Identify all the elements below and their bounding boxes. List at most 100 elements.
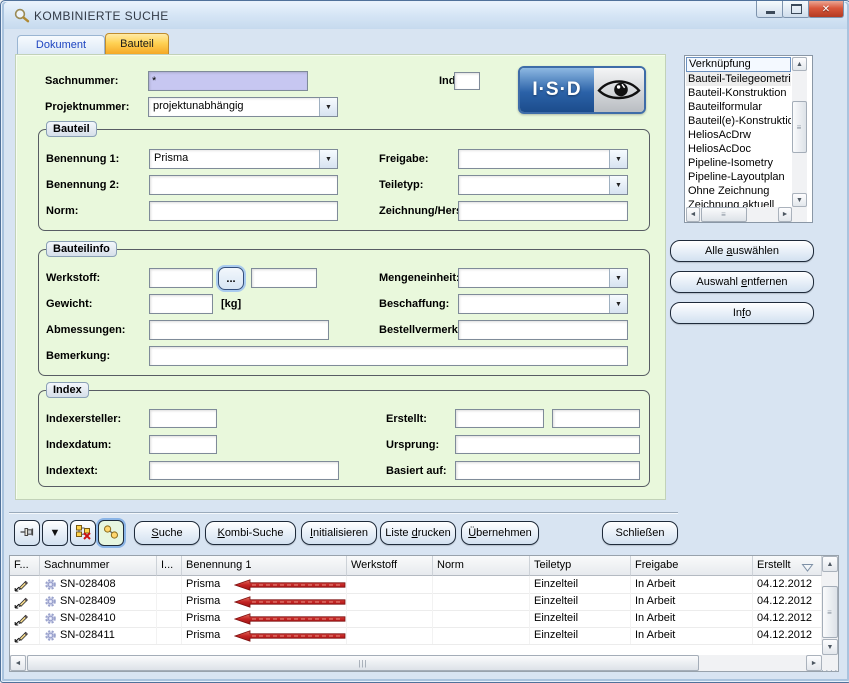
erstellt-input-1[interactable] xyxy=(455,409,544,428)
info-button[interactable]: Info xyxy=(670,302,814,324)
sachnummer-input[interactable] xyxy=(148,71,308,91)
link-item[interactable]: HeliosAcDrw xyxy=(686,128,791,142)
scroll-left-icon[interactable]: ◄ xyxy=(10,655,26,671)
table-row[interactable]: SN-028410 Prisma Einzelteil In Arbeit 04… xyxy=(10,610,822,628)
benennung1-combo[interactable]: Prisma ▼ xyxy=(149,149,338,169)
projektnummer-combo[interactable]: projektunabhängig ▼ xyxy=(148,97,338,117)
link-item[interactable]: HeliosAcDoc xyxy=(686,142,791,156)
werkstoff-browse-button[interactable]: ... xyxy=(218,267,244,290)
suche-button[interactable]: Suche xyxy=(134,521,200,545)
table-row[interactable]: SN-028409 Prisma Einzelteil In Arbeit 04… xyxy=(10,593,822,611)
erstellt-input-2[interactable] xyxy=(552,409,640,428)
list-hscroll-thumb[interactable]: ≡ xyxy=(701,207,747,222)
werkstoff-input-2[interactable] xyxy=(251,268,317,288)
beschaffung-combo[interactable]: ▼ xyxy=(458,294,628,314)
group-bauteil-title: Bauteil xyxy=(46,121,97,137)
chevron-down-icon[interactable]: ▼ xyxy=(319,98,337,116)
bestellvermerk-input[interactable] xyxy=(458,320,628,340)
freigabe-combo[interactable]: ▼ xyxy=(458,149,628,169)
chevron-down-icon[interactable]: ▼ xyxy=(609,295,627,313)
scroll-down-icon[interactable]: ▼ xyxy=(792,193,807,207)
bemerkung-input[interactable] xyxy=(149,346,628,366)
column-header[interactable]: F... xyxy=(10,556,40,576)
link-item-header[interactable]: Verknüpfung xyxy=(686,57,791,72)
abmessungen-input[interactable] xyxy=(149,320,329,340)
tab-dokument[interactable]: Dokument xyxy=(17,35,105,54)
mengeneinheit-combo[interactable]: ▼ xyxy=(458,268,628,288)
minimize-button[interactable] xyxy=(756,1,784,18)
tab-bauteil[interactable]: Bauteil xyxy=(105,33,169,54)
column-header[interactable]: Werkstoff xyxy=(347,556,433,576)
liste-drucken-button[interactable]: Liste drucken xyxy=(380,521,456,545)
pin-button[interactable] xyxy=(14,520,40,546)
werkstoff-input[interactable] xyxy=(149,268,213,288)
chevron-down-icon[interactable]: ▼ xyxy=(609,150,627,168)
list-vscroll-thumb[interactable]: ≡ xyxy=(792,101,807,153)
column-header[interactable]: Sachnummer xyxy=(40,556,157,576)
remove-selection-button[interactable]: Auswahl entfernen xyxy=(670,271,814,293)
chevron-down-icon[interactable]: ▼ xyxy=(609,269,627,287)
resize-grip[interactable]: ∙∙∙∙ xyxy=(821,665,839,675)
ursprung-input[interactable] xyxy=(455,435,640,454)
chevron-down-icon[interactable]: ▼ xyxy=(319,150,337,168)
zeichnung-herst-input[interactable] xyxy=(458,201,628,221)
link-item[interactable]: Pipeline-Isometry xyxy=(686,156,791,170)
scroll-down-icon[interactable]: ▼ xyxy=(822,639,838,655)
structure-delete-icon xyxy=(75,524,91,543)
filter-dropdown-button[interactable]: ▼ xyxy=(42,520,68,546)
column-header[interactable]: Teiletyp xyxy=(530,556,631,576)
link-item[interactable]: Pipeline-Layoutplan xyxy=(686,170,791,184)
schliessen-button[interactable]: Schließen xyxy=(602,521,678,545)
chevron-down-icon[interactable]: ▼ xyxy=(609,176,627,194)
list-vertical-scrollbar[interactable]: ▲ ≡ ▼ xyxy=(792,57,807,207)
column-header[interactable]: Freigabe xyxy=(631,556,753,576)
table-hscroll-thumb[interactable]: ||| xyxy=(27,655,699,671)
benennung2-input[interactable] xyxy=(149,175,338,195)
kombi-suche-button[interactable]: Kombi-Suche xyxy=(205,521,296,545)
link-item[interactable]: Bauteil(e)-Konstruktion xyxy=(686,114,791,128)
freigabe-label: Freigabe: xyxy=(379,152,429,166)
scroll-right-icon[interactable]: ► xyxy=(778,207,792,222)
scroll-right-icon[interactable]: ► xyxy=(806,655,822,671)
basiert-auf-input[interactable] xyxy=(455,461,640,480)
close-button[interactable]: ✕ xyxy=(808,1,844,18)
column-header[interactable]: Benennung 1 xyxy=(182,556,347,576)
table-row[interactable]: SN-028408 Prisma Einzelteil In Arbeit 04… xyxy=(10,576,822,594)
column-header[interactable]: Norm xyxy=(433,556,530,576)
table-row[interactable]: SN-028411 Prisma Einzelteil In Arbeit 04… xyxy=(10,627,822,645)
index-input[interactable] xyxy=(454,72,480,90)
table-vscroll-thumb[interactable]: ≡ xyxy=(822,586,838,638)
scroll-left-icon[interactable]: ◄ xyxy=(686,207,700,222)
select-all-button[interactable]: Alle auswählen xyxy=(670,240,814,262)
indexdatum-input[interactable] xyxy=(149,435,217,454)
column-header-erstellt[interactable]: Erstellt xyxy=(753,556,822,576)
table-horizontal-scrollbar[interactable]: ◄ ||| ► xyxy=(10,655,822,671)
link-item[interactable]: Bauteil-Konstruktion xyxy=(686,86,791,100)
part-gear-icon xyxy=(44,629,57,642)
norm-input[interactable] xyxy=(149,201,338,221)
link-mode-button[interactable] xyxy=(98,520,124,546)
basiert-auf-label: Basiert auf: xyxy=(386,464,447,478)
link-item[interactable]: Ohne Zeichnung xyxy=(686,184,791,198)
column-header[interactable]: I... xyxy=(157,556,182,576)
filter-icon[interactable] xyxy=(801,561,814,576)
remove-structure-button[interactable] xyxy=(70,520,96,546)
uebernehmen-button[interactable]: Übernehmen xyxy=(461,521,539,545)
link-item[interactable]: Zeichnung aktuell xyxy=(686,198,791,207)
toolbar-separator xyxy=(9,512,678,514)
titlebar[interactable]: KOMBINIERTE SUCHE xyxy=(4,2,847,29)
link-item[interactable]: Bauteilformular xyxy=(686,100,791,114)
teiletyp-label: Teiletyp: xyxy=(379,178,423,192)
maximize-button[interactable] xyxy=(782,1,810,18)
scroll-up-icon[interactable]: ▲ xyxy=(792,57,807,71)
link-item[interactable]: Bauteil-Teilegeometrie xyxy=(686,72,791,86)
indextext-input[interactable] xyxy=(149,461,339,480)
gewicht-input[interactable] xyxy=(149,294,213,314)
scroll-up-icon[interactable]: ▲ xyxy=(822,556,838,572)
part-gear-icon xyxy=(44,595,57,608)
list-horizontal-scrollbar[interactable]: ◄ ≡ ► xyxy=(686,207,792,222)
initialisieren-button[interactable]: Initialisieren xyxy=(301,521,377,545)
indexersteller-input[interactable] xyxy=(149,409,217,428)
table-vertical-scrollbar[interactable]: ▲ ≡ ▼ xyxy=(822,556,838,655)
teiletyp-combo[interactable]: ▼ xyxy=(458,175,628,195)
